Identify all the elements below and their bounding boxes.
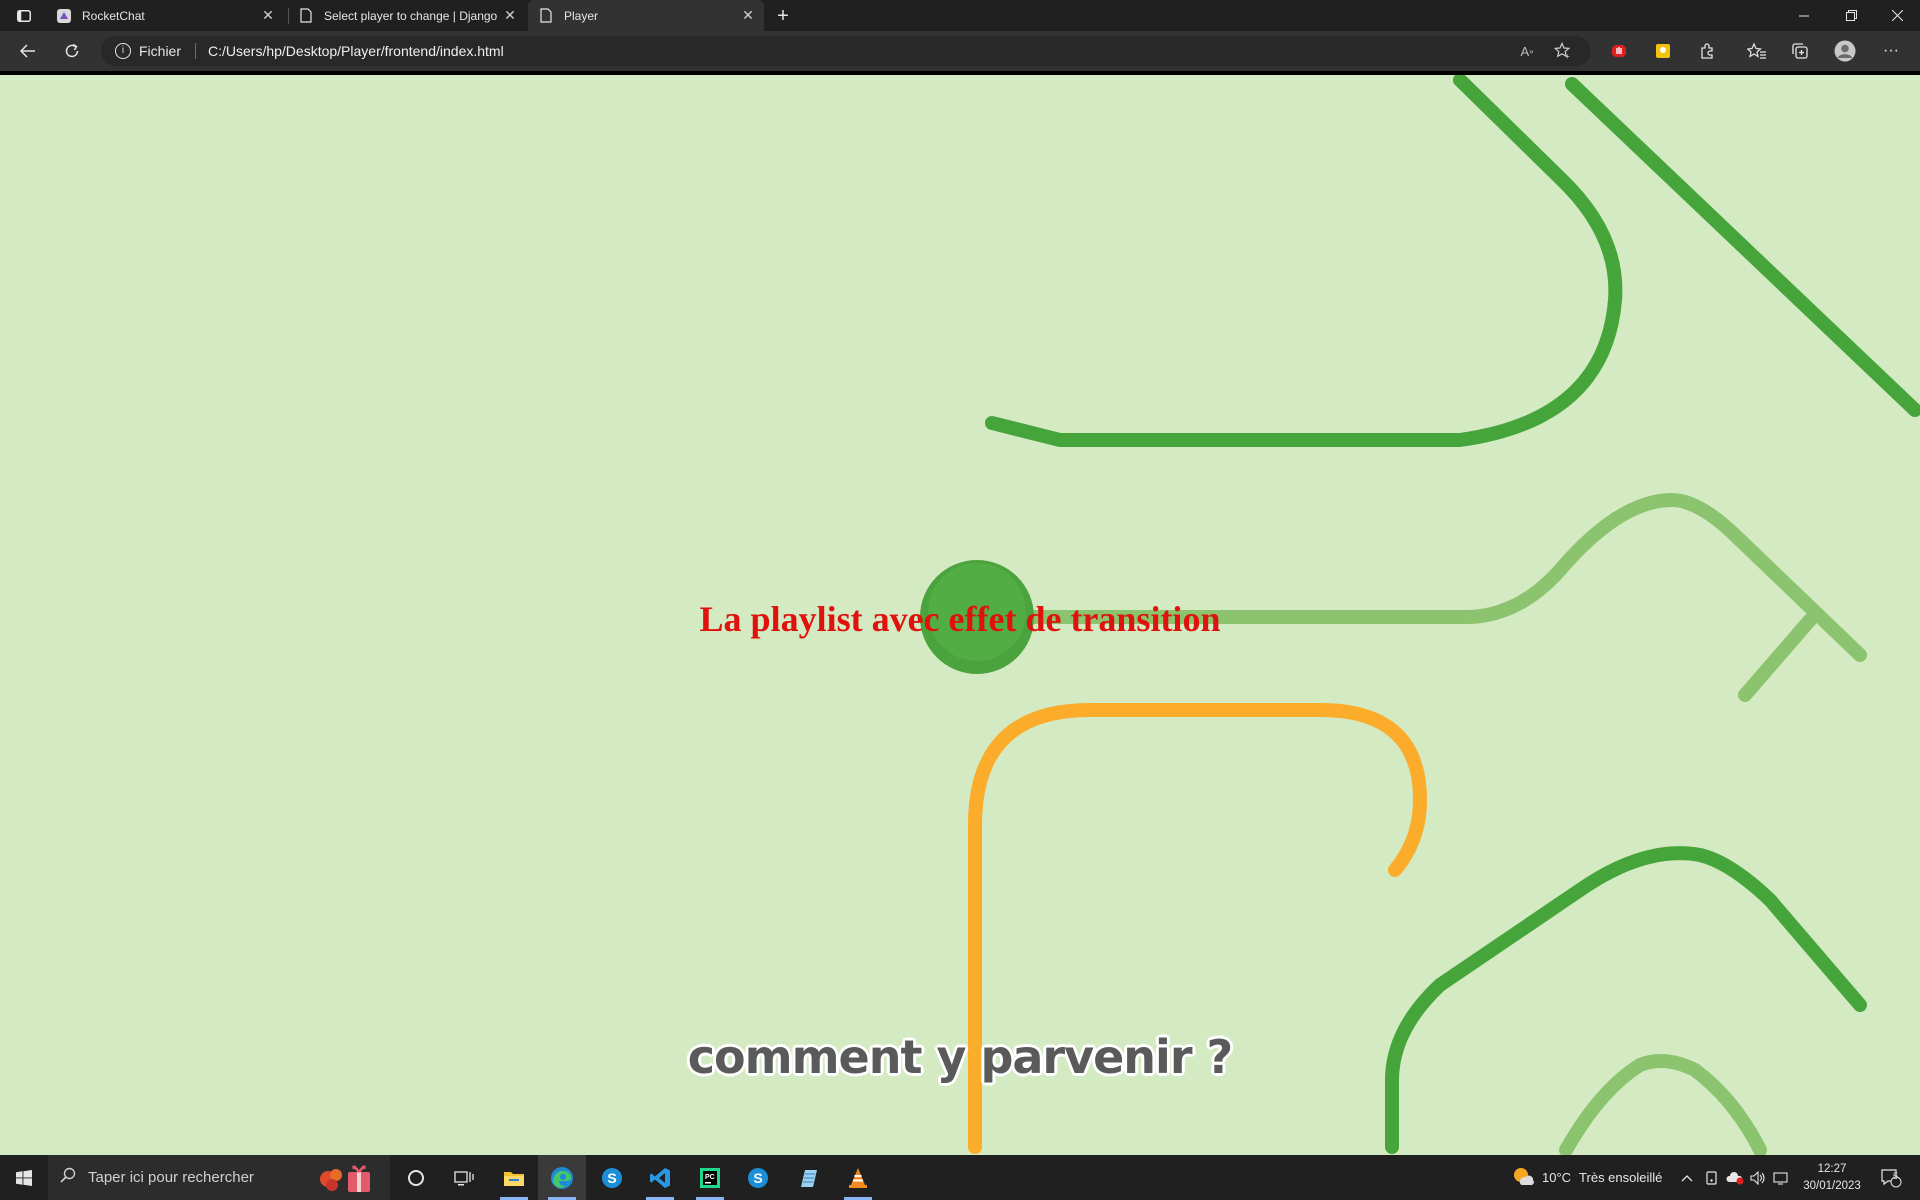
svg-text:S: S <box>607 1170 616 1186</box>
taskbar-clock[interactable]: 12:27 30/01/2023 <box>1790 1161 1874 1195</box>
show-hidden-icons-chevron-up-icon[interactable] <box>1681 1155 1693 1200</box>
green-lower-line <box>1385 846 1867 1154</box>
extensions-icon[interactable] <box>1695 39 1719 63</box>
info-icon: i <box>115 43 131 59</box>
weather-sunny-icon <box>1512 1165 1534 1190</box>
meet-now-icon[interactable] <box>1705 1155 1719 1200</box>
search-highlight-gift-icon <box>316 1163 378 1197</box>
address-separator <box>195 43 196 59</box>
volume-icon[interactable] <box>1750 1155 1766 1200</box>
page-icon <box>298 8 314 24</box>
add-favorite-icon[interactable]: + <box>1552 40 1574 62</box>
svg-text:+: + <box>1565 52 1570 60</box>
close-tab-icon[interactable]: ✕ <box>260 7 276 24</box>
pycharm-icon[interactable]: PC <box>686 1155 734 1200</box>
site-info-button[interactable]: i Fichier <box>115 36 181 66</box>
tab-title: Player <box>564 8 599 23</box>
close-tab-icon[interactable]: ✕ <box>740 7 756 24</box>
tab-django[interactable]: Select player to change | Django ✕ <box>288 0 526 31</box>
profile-avatar[interactable] <box>1833 39 1857 63</box>
notification-center-icon[interactable]: 5 <box>1880 1155 1902 1200</box>
svg-text:PC: PC <box>705 1174 715 1181</box>
clock-time: 12:27 <box>1817 1163 1847 1175</box>
tab-player[interactable]: Player ✕ <box>528 0 764 31</box>
tab-actions-icon[interactable] <box>10 5 38 27</box>
green-path-line <box>985 75 1623 447</box>
collections-icon[interactable] <box>1788 39 1812 63</box>
skype-icon[interactable]: S <box>588 1155 636 1200</box>
file-explorer-icon[interactable] <box>490 1155 538 1200</box>
windows-start-icon[interactable] <box>0 1155 48 1200</box>
cortana-icon[interactable] <box>392 1155 440 1200</box>
search-icon <box>60 1167 76 1188</box>
address-bar[interactable]: i Fichier C:/Users/hp/Desktop/Player/fro… <box>101 36 1591 66</box>
rocketchat-icon <box>56 8 72 24</box>
weather-widget[interactable]: 10°C Très ensoleillé <box>1512 1155 1662 1200</box>
browser-toolbar: i Fichier C:/Users/hp/Desktop/Player/fro… <box>0 31 1920 71</box>
network-icon[interactable] <box>1773 1155 1789 1200</box>
vscode-icon[interactable] <box>636 1155 684 1200</box>
page-heading: La playlist avec effet de transition <box>699 599 1221 639</box>
taskbar-search[interactable]: Taper ici pour rechercher <box>48 1155 390 1200</box>
video-subtitle: comment y parvenir ? <box>687 1030 1233 1084</box>
search-placeholder: Taper ici pour rechercher <box>88 1169 254 1186</box>
green-diagonal-line <box>1565 77 1920 417</box>
weather-temperature: 10°C <box>1542 1170 1572 1185</box>
extension-yellow-icon[interactable] <box>1651 39 1675 63</box>
new-tab-button[interactable]: + <box>770 3 796 29</box>
notification-count: 5 <box>1893 1171 1899 1181</box>
notepad-icon[interactable] <box>784 1155 832 1200</box>
close-tab-icon[interactable]: ✕ <box>502 7 518 24</box>
site-info-label: Fichier <box>139 43 182 59</box>
back-icon[interactable] <box>14 37 42 65</box>
refresh-icon[interactable] <box>58 37 86 65</box>
task-view-icon[interactable] <box>440 1155 488 1200</box>
minimize-icon[interactable] <box>1781 0 1827 31</box>
onedrive-error-icon[interactable] <box>1726 1155 1744 1200</box>
adblock-icon[interactable] <box>1607 39 1631 63</box>
tab-title: RocketChat <box>82 8 145 23</box>
vlc-icon[interactable] <box>834 1155 882 1200</box>
clock-date: 30/01/2023 <box>1803 1180 1861 1192</box>
weather-description: Très ensoleillé <box>1579 1170 1663 1185</box>
close-window-icon[interactable] <box>1874 0 1920 31</box>
edge-icon[interactable] <box>538 1155 586 1200</box>
more-options-icon[interactable]: ··· <box>1879 39 1903 63</box>
tab-title: Select player to change | Django <box>324 8 498 23</box>
skype-icon[interactable]: S <box>734 1155 782 1200</box>
restore-icon[interactable] <box>1828 0 1874 31</box>
tab-strip: RocketChat ✕ Select player to change | D… <box>0 0 1920 31</box>
page-content: La playlist avec effet de transition com… <box>0 75 1920 1155</box>
page-icon <box>538 8 554 24</box>
svg-text:S: S <box>753 1170 762 1186</box>
url-text[interactable]: C:/Users/hp/Desktop/Player/frontend/inde… <box>208 36 504 66</box>
favorites-icon[interactable] <box>1745 39 1769 63</box>
taskbar: Taper ici pour rechercher S PC S 10°C Tr… <box>0 1155 1920 1200</box>
tab-rocketchat[interactable]: RocketChat ✕ <box>46 0 284 31</box>
read-aloud-icon[interactable]: A» <box>1516 40 1538 62</box>
